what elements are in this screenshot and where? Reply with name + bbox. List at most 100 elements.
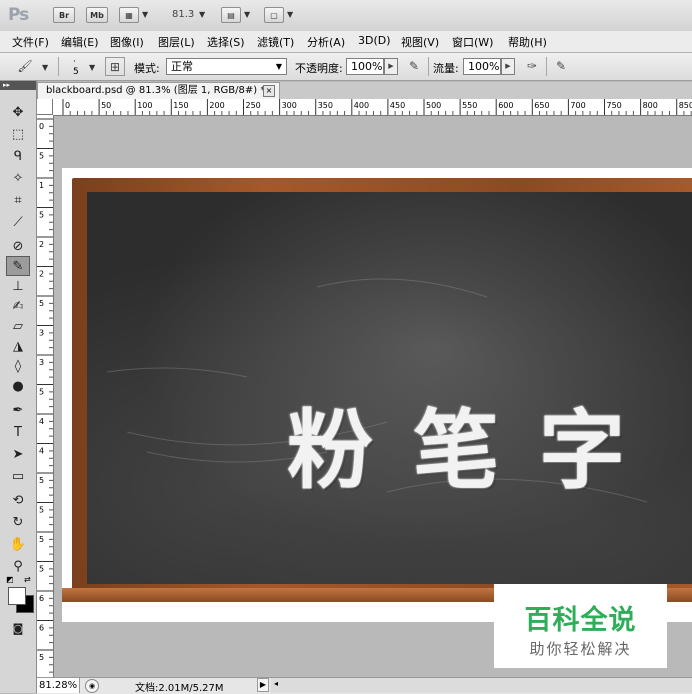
menu-3d[interactable]: 3D(D) bbox=[358, 34, 391, 47]
arrange-dropdown-icon[interactable]: ▼ bbox=[244, 10, 250, 19]
rectangle-tool-icon[interactable]: ▭ bbox=[6, 467, 30, 487]
panel-collapse-grip[interactable]: ▸▸ bbox=[0, 81, 36, 90]
tools-panel: ▸▸ ✥ ⬚ ᑫ ✧ ⌗ ⟋ ⊘ ✎ ⊥ ✍ ▱ ◮ ◊ ● ✒ T ➤ ▭ ⟲… bbox=[0, 81, 37, 693]
horizontal-ruler[interactable]: 0 50 100 150 200 250 300 350 400 450 500 550 600 650 7… bbox=[53, 99, 692, 116]
tool-preset-picker[interactable]: 🖌 bbox=[12, 57, 38, 76]
3d-rotate-tool-icon[interactable]: ⟲ bbox=[6, 491, 30, 511]
separator bbox=[428, 57, 429, 76]
blackboard: 粉笔字 bbox=[87, 192, 692, 584]
ruler-tick-label: 600 bbox=[498, 101, 513, 110]
chevron-right-icon: ▶ bbox=[505, 62, 511, 70]
ruler-tick-label: 400 bbox=[354, 101, 369, 110]
film-strip-icon: ▦ bbox=[125, 11, 133, 20]
airbrush-icon: ✎ bbox=[408, 59, 420, 73]
flow-slider-button[interactable]: ▶ bbox=[501, 58, 515, 75]
zoom-percentage-field[interactable]: 81.28% bbox=[37, 678, 80, 693]
crop-tool-icon[interactable]: ⌗ bbox=[6, 191, 30, 211]
menu-analysis[interactable]: 分析(A) bbox=[307, 34, 345, 50]
flow-input[interactable]: 100% bbox=[463, 58, 501, 75]
path-selection-tool-icon[interactable]: ➤ bbox=[6, 445, 30, 465]
brush-picker-dropdown-icon[interactable]: ▼ bbox=[89, 63, 95, 72]
brush-tool-icon[interactable]: ✎ bbox=[6, 256, 30, 276]
brush-panel-toggle[interactable]: ⊞ bbox=[105, 57, 125, 76]
menu-window[interactable]: 窗口(W) bbox=[452, 34, 493, 50]
menu-select[interactable]: 选择(S) bbox=[207, 34, 245, 50]
menu-layer[interactable]: 图层(L) bbox=[158, 34, 195, 50]
horizontal-ruler-ticks: 0 50 100 150 200 250 300 350 400 450 500 550 600 650 7… bbox=[62, 99, 692, 115]
lasso-tool-icon[interactable]: ᑫ bbox=[6, 147, 30, 167]
screen-mode-button[interactable]: ▢ bbox=[264, 7, 284, 23]
document-tab-title: blackboard.psd @ 81.3% (图层 1, RGB/8#) * bbox=[46, 85, 266, 96]
horizontal-scrollbar[interactable]: ◂ bbox=[271, 678, 692, 693]
screen-mode-icon: ▢ bbox=[270, 11, 278, 20]
tablet-pressure-opacity-button[interactable]: ✎ bbox=[404, 57, 424, 76]
view-extras-dropdown-icon[interactable]: ▼ bbox=[142, 10, 148, 19]
ruler-tick-label: 50 bbox=[101, 101, 111, 110]
view-extras-button[interactable]: ▦ bbox=[119, 7, 139, 23]
zoom-level-field[interactable]: 81.3 bbox=[172, 9, 194, 20]
opacity-input[interactable]: 100% bbox=[346, 58, 384, 75]
paint-bucket-tool-icon[interactable]: ◮ bbox=[6, 337, 30, 357]
close-icon[interactable]: × bbox=[263, 85, 275, 97]
type-tool-icon[interactable]: T bbox=[6, 423, 30, 443]
watermark-subtitle: 助你轻松解决 bbox=[529, 640, 632, 658]
status-info-icon[interactable]: ◉ bbox=[85, 679, 99, 693]
ruler-tick-label: 2 bbox=[39, 270, 44, 279]
arrange-documents-button[interactable]: ▤ bbox=[221, 7, 241, 23]
ruler-tick-label: 5 bbox=[39, 211, 44, 220]
ruler-tick-label: 5 bbox=[39, 388, 44, 397]
chevron-right-icon: ▶ bbox=[388, 62, 394, 70]
menu-image[interactable]: 图像(I) bbox=[110, 34, 144, 50]
ruler-tick-label: 300 bbox=[282, 101, 297, 110]
ruler-tick-label: 6 bbox=[39, 624, 44, 633]
brush-panel-icon: ⊞ bbox=[109, 60, 121, 74]
tool-preset-dropdown-icon[interactable]: ▼ bbox=[42, 63, 48, 72]
eyedropper-tool-icon[interactable]: ⟋ bbox=[6, 213, 30, 233]
healing-brush-tool-icon[interactable]: ⊘ bbox=[6, 237, 30, 257]
default-colors-icon[interactable]: ◩ bbox=[6, 575, 14, 584]
swap-colors-icon[interactable]: ⇄ bbox=[24, 575, 31, 584]
clone-stamp-tool-icon[interactable]: ⊥ bbox=[6, 277, 30, 297]
move-tool-icon[interactable]: ✥ bbox=[6, 103, 30, 123]
opacity-slider-button[interactable]: ▶ bbox=[384, 58, 398, 75]
blend-mode-select[interactable]: 正常 ▼ bbox=[166, 58, 287, 75]
pen-pressure-icon: ✎ bbox=[555, 59, 567, 73]
menu-filter[interactable]: 滤镜(T) bbox=[257, 34, 294, 50]
status-menu-arrow-icon[interactable]: ▶ bbox=[257, 678, 269, 692]
scroll-left-icon[interactable]: ◂ bbox=[274, 679, 278, 688]
menu-view[interactable]: 视图(V) bbox=[401, 34, 439, 50]
ruler-tick-label: 700 bbox=[570, 101, 585, 110]
document-canvas[interactable]: 粉笔字 bbox=[62, 168, 692, 622]
ruler-origin[interactable] bbox=[37, 99, 53, 115]
history-brush-tool-icon[interactable]: ✍ bbox=[6, 297, 30, 317]
menu-edit[interactable]: 编辑(E) bbox=[61, 34, 99, 50]
screen-mode-dropdown-icon[interactable]: ▼ bbox=[287, 10, 293, 19]
zoom-tool-icon[interactable]: ⚲ bbox=[6, 557, 30, 577]
quick-mask-icon[interactable]: ◙ bbox=[6, 619, 30, 639]
separator bbox=[58, 57, 59, 76]
marquee-tool-icon[interactable]: ⬚ bbox=[6, 125, 30, 145]
menu-help[interactable]: 帮助(H) bbox=[508, 34, 547, 50]
dodge-tool-icon[interactable]: ● bbox=[6, 377, 30, 397]
pen-tool-icon[interactable]: ✒ bbox=[6, 401, 30, 421]
vertical-ruler[interactable]: 0 5 1 5 2 2 5 3 3 5 4 4 5 5 5 5 6 6 5 bbox=[37, 115, 54, 678]
ruler-tick-label: 6 bbox=[39, 594, 44, 603]
blur-tool-icon[interactable]: ◊ bbox=[6, 357, 30, 377]
ruler-tick-label: 250 bbox=[246, 101, 261, 110]
menu-file[interactable]: 文件(F) bbox=[12, 34, 49, 50]
eraser-tool-icon[interactable]: ▱ bbox=[6, 317, 30, 337]
foreground-color-swatch[interactable] bbox=[8, 587, 26, 605]
ruler-tick-label: 3 bbox=[39, 329, 44, 338]
ruler-tick-label: 5 bbox=[39, 506, 44, 515]
mini-bridge-button[interactable]: Mb bbox=[86, 7, 108, 23]
ruler-tick-label: 0 bbox=[65, 101, 70, 110]
hand-tool-icon[interactable]: ✋ bbox=[6, 535, 30, 555]
3d-orbit-tool-icon[interactable]: ↻ bbox=[6, 513, 30, 533]
ruler-tick-label: 5 bbox=[39, 152, 44, 161]
zoom-dropdown-icon[interactable]: ▼ bbox=[199, 10, 205, 19]
tablet-pressure-size-button[interactable]: ✎ bbox=[551, 57, 571, 76]
quick-selection-tool-icon[interactable]: ✧ bbox=[6, 169, 30, 189]
airbrush-toggle-button[interactable]: ✑ bbox=[522, 57, 542, 76]
bridge-button[interactable]: Br bbox=[53, 7, 75, 23]
document-tab[interactable]: blackboard.psd @ 81.3% (图层 1, RGB/8#) * … bbox=[37, 82, 280, 99]
